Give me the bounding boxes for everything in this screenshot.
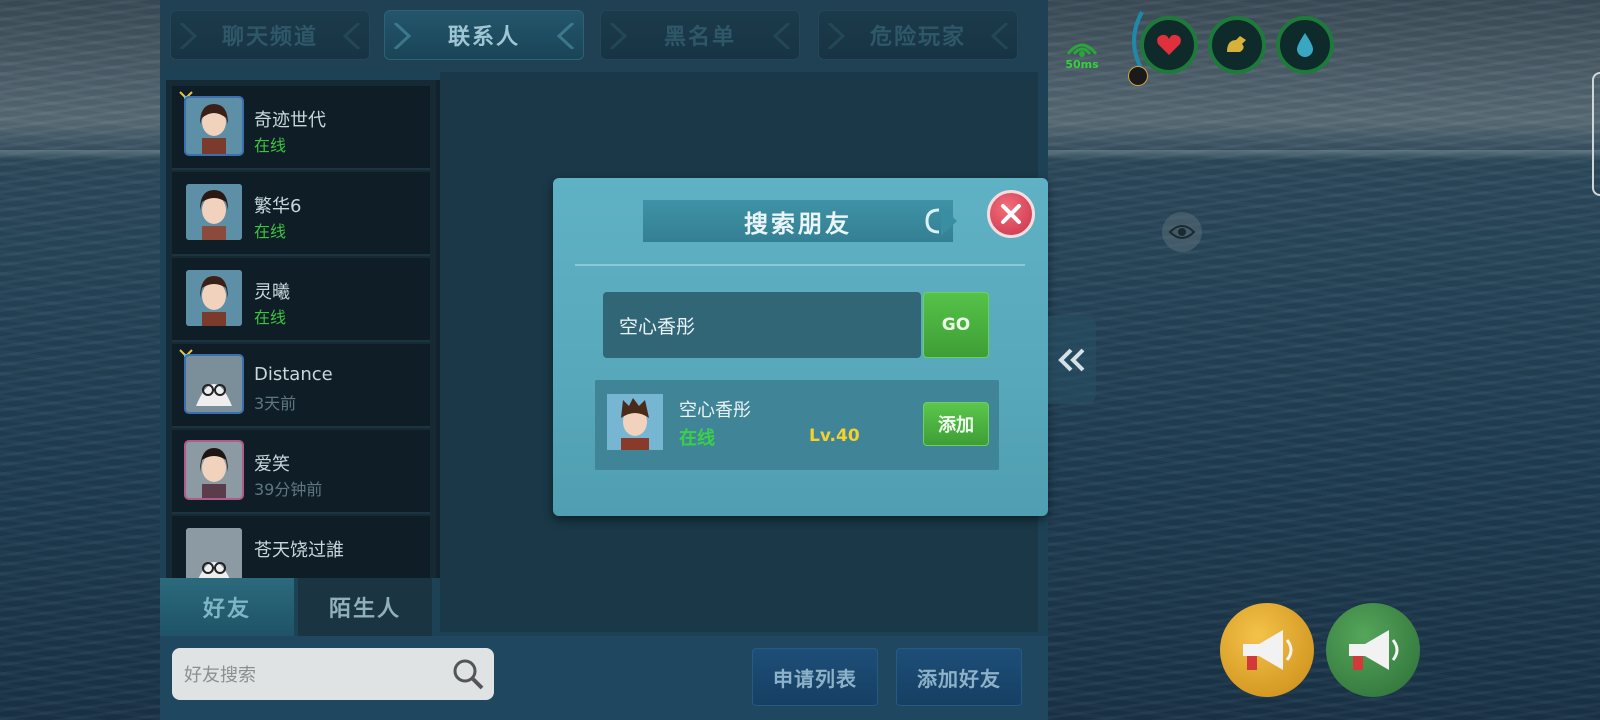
search-result-row: 空心香彤 在线 Lv.40 添加 xyxy=(595,380,999,470)
contact-status: 在线 xyxy=(254,136,287,155)
water-drop-icon xyxy=(1297,33,1313,57)
double-chevron-left-icon xyxy=(1058,348,1085,372)
tab-label: 联系人 xyxy=(447,25,520,50)
friend-name-input[interactable] xyxy=(603,292,921,358)
contact-name: 苍天饶过誰 xyxy=(254,540,344,561)
megaphone-icon xyxy=(1349,630,1399,670)
list-item[interactable]: 奇迹世代 在线 xyxy=(172,86,430,170)
dialog-title: 搜索朋友 xyxy=(744,209,852,238)
add-button[interactable]: 添加 xyxy=(923,402,989,446)
team-broadcast-button[interactable] xyxy=(1326,603,1420,697)
result-name: 空心香彤 xyxy=(679,400,751,421)
tab-label: 聊天频道 xyxy=(221,25,318,50)
friend-search-box xyxy=(172,648,494,702)
view-toggle-button[interactable] xyxy=(1162,212,1202,252)
signal-icon xyxy=(1066,43,1098,57)
request-list-button[interactable]: 申请列表 xyxy=(752,648,878,706)
contact-name: 灵曦 xyxy=(254,282,290,303)
ping-text: 50ms xyxy=(1065,58,1099,71)
ring-arc xyxy=(1132,11,1144,71)
bottom-bar: 申请列表 添加好友 xyxy=(160,636,1048,720)
eye-icon xyxy=(1168,225,1196,239)
list-item[interactable]: 苍天饶过誰 xyxy=(172,516,430,578)
avatar xyxy=(186,184,242,240)
collapse-panel-button[interactable] xyxy=(1048,316,1096,404)
contact-name: 爱笑 xyxy=(254,454,290,475)
go-button[interactable]: GO xyxy=(923,292,989,358)
result-level: Lv.40 xyxy=(809,426,860,446)
chevron-right-icon xyxy=(342,23,361,49)
tab-blacklist[interactable]: 黑名单 xyxy=(600,10,800,60)
contact-status: 3天前 xyxy=(254,394,297,413)
list-item[interactable]: 繁华6 在线 xyxy=(172,172,430,256)
side-drawer-handle[interactable] xyxy=(1592,72,1600,196)
heart-icon xyxy=(1157,34,1181,55)
health-stat xyxy=(1140,16,1198,74)
avatar xyxy=(186,98,242,154)
tab-dangerous-players[interactable]: 危险玩家 xyxy=(818,10,1018,60)
title-ornament-right-icon xyxy=(925,206,957,236)
list-item[interactable]: 爱笑 39分钟前 xyxy=(172,430,430,514)
chevron-right-icon xyxy=(556,23,575,49)
avatar xyxy=(186,356,242,412)
friend-type-tabs: 好友 陌生人 xyxy=(160,578,436,636)
megaphone-icon xyxy=(1243,630,1293,670)
tab-label: 危险玩家 xyxy=(869,25,966,50)
friend-search-input[interactable] xyxy=(182,648,446,702)
chevron-left-icon xyxy=(393,23,412,49)
tab-friends[interactable]: 好友 xyxy=(160,578,294,636)
contact-status: 在线 xyxy=(254,222,287,241)
tab-bar: 聊天频道 联系人 黑名单 危险玩家 xyxy=(160,0,1048,70)
chevron-left-icon xyxy=(179,23,198,49)
contact-name: Distance xyxy=(254,364,333,385)
chevron-right-icon xyxy=(772,23,791,49)
search-field-box xyxy=(603,292,921,358)
contact-list[interactable]: 奇迹世代 在线 繁华6 在线 灵曦 在线 Distance 3天前 爱笑 39分… xyxy=(166,80,440,578)
pet-icon xyxy=(1128,66,1148,86)
contact-status: 在线 xyxy=(254,308,287,327)
chevron-left-icon xyxy=(609,23,628,49)
tab-chat-channel[interactable]: 聊天频道 xyxy=(170,10,370,60)
result-status: 在线 xyxy=(679,428,715,449)
tab-contacts[interactable]: 联系人 xyxy=(384,10,584,60)
chevron-left-icon xyxy=(827,23,846,49)
avatar xyxy=(607,394,663,450)
tab-strangers[interactable]: 陌生人 xyxy=(298,578,432,636)
search-friend-dialog: 搜索朋友 GO 空心香彤 在线 Lv.40 添加 xyxy=(553,178,1048,516)
avatar xyxy=(186,528,242,578)
tab-label: 黑名单 xyxy=(663,25,736,50)
close-icon xyxy=(1001,204,1021,224)
close-button[interactable] xyxy=(987,190,1035,238)
list-item[interactable]: Distance 3天前 xyxy=(172,344,430,428)
arm-icon xyxy=(1227,36,1246,52)
divider xyxy=(575,264,1025,266)
hunger-stat xyxy=(1208,16,1266,74)
list-item[interactable]: 灵曦 在线 xyxy=(172,258,430,342)
contact-name: 繁华6 xyxy=(254,196,302,217)
contact-status: 39分钟前 xyxy=(254,480,323,499)
world-broadcast-button[interactable] xyxy=(1220,603,1314,697)
thirst-stat xyxy=(1276,16,1334,74)
avatar xyxy=(186,442,242,498)
avatar xyxy=(186,270,242,326)
add-friend-button[interactable]: 添加好友 xyxy=(896,648,1022,706)
contact-name: 奇迹世代 xyxy=(254,110,326,131)
chevron-right-icon xyxy=(990,23,1009,49)
search-icon[interactable] xyxy=(452,658,484,690)
